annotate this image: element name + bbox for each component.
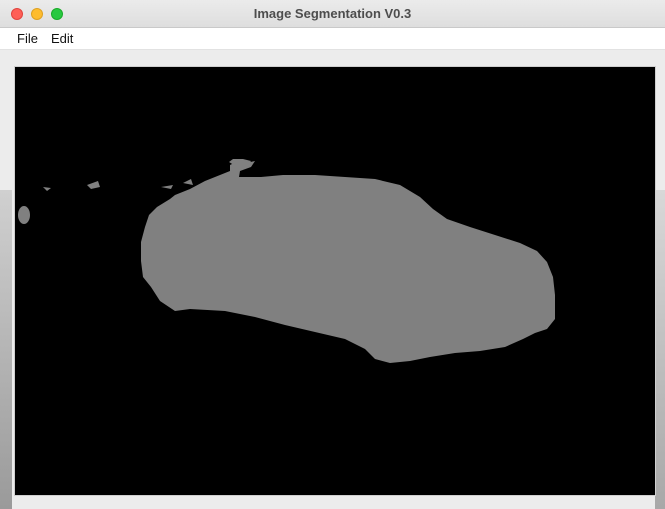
segmentation-mask-image [15, 67, 655, 495]
segmentation-canvas[interactable] [14, 66, 656, 496]
menu-bar: File Edit [0, 28, 665, 50]
background-edge-left [0, 190, 12, 509]
stray-segment-left [18, 206, 30, 224]
window-title: Image Segmentation V0.3 [253, 6, 412, 21]
app-window: Image Segmentation V0.3 File Edit [0, 0, 665, 509]
background-edge-right [655, 190, 665, 509]
menu-file[interactable]: File [17, 31, 38, 46]
title-bar[interactable]: Image Segmentation V0.3 [0, 0, 665, 28]
menu-edit[interactable]: Edit [51, 31, 73, 46]
